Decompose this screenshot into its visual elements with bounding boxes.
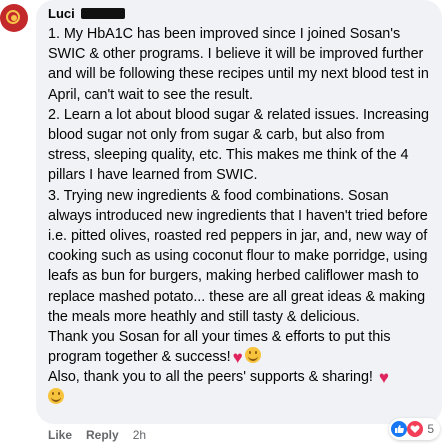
reply-button[interactable]: Reply: [86, 428, 119, 442]
like-icon: [391, 421, 408, 437]
comment-timestamp[interactable]: 2h: [133, 428, 146, 442]
comment-paragraph-2: 2. Learn a lot about blood sugar & relat…: [48, 106, 429, 184]
like-button[interactable]: Like: [48, 428, 72, 442]
heart-emoji-icon: ♥: [232, 348, 243, 368]
smile-emoji-icon: [244, 347, 261, 364]
author-name[interactable]: Luci: [48, 6, 75, 21]
comment-author-row: Luci: [48, 5, 430, 22]
comment-paragraph-4: Thank you Sosan for all your times & eff…: [48, 327, 430, 367]
reactions-summary[interactable]: 5: [389, 418, 440, 440]
love-icon: [407, 421, 424, 437]
avatar-dot: [11, 15, 17, 21]
redacted-name-block: [80, 8, 125, 19]
comment-paragraph-1: 1. My HbA1C has been improved since I jo…: [48, 26, 429, 103]
reaction-count: 5: [427, 422, 434, 436]
heart-emoji-icon: ♥: [378, 368, 389, 388]
avatar[interactable]: [0, 4, 28, 32]
comment-paragraph-5: Also, thank you to all the peers' suppor…: [48, 367, 430, 407]
comment-paragraph-3: 3. Trying new ingredients & food combina…: [48, 187, 428, 325]
comment-body: 1. My HbA1C has been improved since I jo…: [48, 24, 430, 408]
thanks-text: Thank you Sosan for all your times & eff…: [48, 329, 391, 366]
comment-bubble: Luci 1. My HbA1C has been improved since…: [36, 0, 442, 424]
peers-thanks-text: Also, thank you to all the peers' suppor…: [48, 369, 373, 386]
comment-actions: Like Reply 2h: [48, 428, 146, 442]
smile-emoji-icon: [48, 387, 64, 404]
